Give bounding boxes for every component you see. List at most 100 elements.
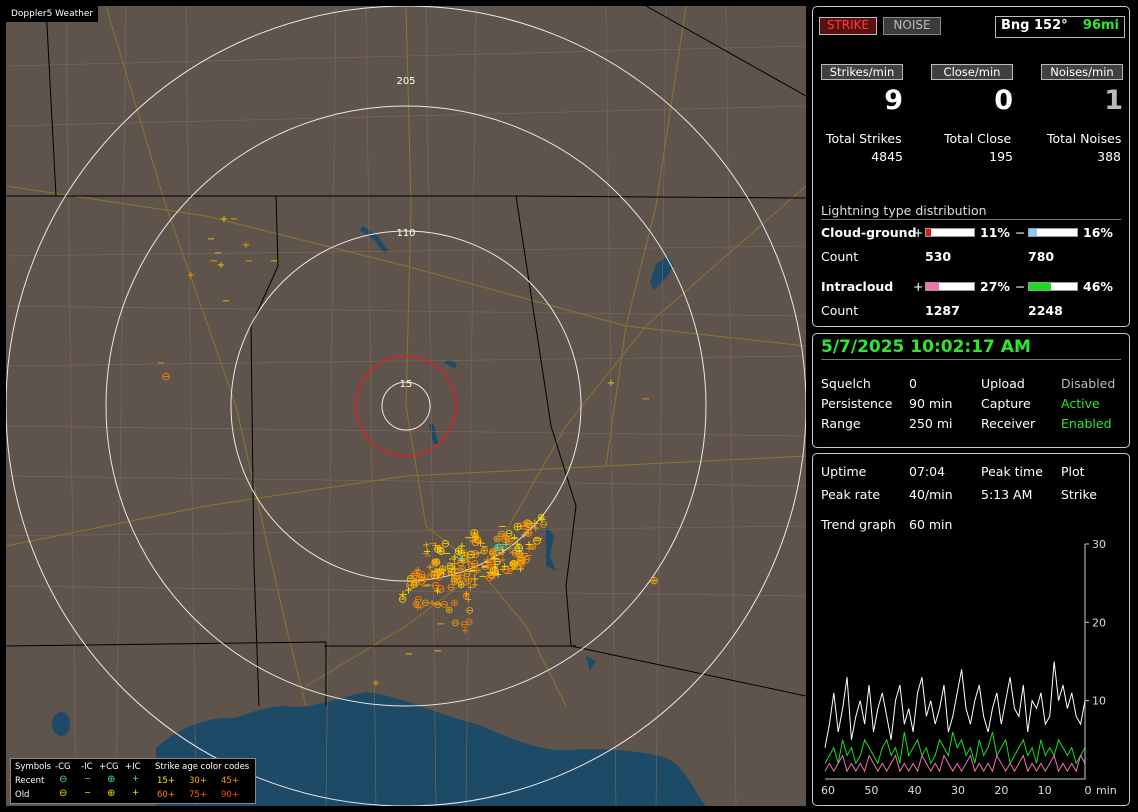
uptime-value: 07:04 [909,464,946,479]
strikes-per-min-value: 9 [884,85,903,116]
strike-marker: ⊖ [440,600,448,611]
strike-marker: − [511,544,520,557]
strike-marker: + [217,260,225,271]
strike-marker: ⊖ [539,519,547,530]
strike-marker: − [434,646,442,657]
bearing-readout: Bng 152° 96mi [995,16,1125,38]
trend-x-tick-label: 50 [864,784,878,797]
intracloud-label: Intracloud [821,279,894,294]
strike-marker: ⊕ [450,598,458,609]
peak-time-label: Peak time [981,464,1043,479]
strike-marker: + [417,602,425,613]
trend-series-line-1 [824,731,1086,765]
range-label-15: 15 [400,379,413,390]
legend-old-neg-ic-icon: − [84,788,92,798]
strike-marker: + [372,678,380,689]
cg-pos-count: 530 [925,249,952,264]
cg-neg-count: 780 [1028,249,1055,264]
total-close-label: Total Close [944,131,1012,146]
plot-value[interactable]: Strike [1061,487,1097,502]
strike-marker: + [434,570,442,581]
legend-recent-neg-ic-icon: − [84,774,92,784]
trend-y-tick-label: 20 [1092,616,1106,629]
persistence-label: Persistence [821,396,893,411]
cg-plus-sign: + [913,225,924,240]
cloud-ground-label: Cloud-ground [821,225,917,240]
legend-age-90: 90+ [221,790,239,800]
legend-old-pos-cg-icon: ⊕ [107,788,116,799]
cg-pos-bar-fill [926,229,932,236]
noises-per-min-header: Noises/min [1041,64,1123,80]
strike-marker: + [428,598,436,609]
map-canvas: 205 110 15 +−+⊖ ⊖−⊕−⊕−−⊕ +⊖⊕⊕ −−⊖−+⊖++−⊕−++… [6,6,806,806]
strike-marker: − [245,256,253,267]
cg-neg-bar [1028,228,1078,237]
close-per-min-header: Close/min [931,64,1013,80]
trend-x-tick-label: 30 [951,784,965,797]
range-label-110: 110 [396,228,415,239]
ic-neg-bar [1028,282,1078,291]
legend-recent-pos-ic-icon: + [132,774,140,784]
river [359,225,458,445]
noise-button[interactable]: NOISE [883,17,941,35]
cg-minus-sign: − [1015,225,1026,240]
distance-value: 96mi [1082,18,1119,33]
strike-marker: ⊖ [161,370,170,383]
legend-old-pos-ic-icon: + [132,788,140,798]
persistence-value: 90 min [909,396,953,411]
lake [52,712,70,736]
cg-count-label: Count [821,249,859,264]
strike-marker: − [462,580,470,591]
total-noises-label: Total Noises [1047,131,1122,146]
legend-age-title: Strike age color codes [155,762,250,772]
strike-marker: + [187,270,195,281]
peak-time-value: 5:13 AM [981,487,1033,502]
ic-pos-bar [925,282,975,291]
range-label-205: 205 [396,76,415,87]
ic-neg-bar-fill [1029,283,1052,290]
strike-marker: ⊕ [469,526,479,540]
strike-marker: + [436,542,444,553]
receiver-value: Enabled [1061,416,1112,431]
legend-old-neg-cg-icon: ⊖ [59,788,68,799]
close-per-min-value: 0 [994,85,1013,116]
strike-button[interactable]: STRIKE [819,17,877,35]
trend-y-tick-label: 10 [1092,695,1106,708]
squelch-value: 0 [909,376,917,391]
uptime-label: Uptime [821,464,867,479]
upload-value: Disabled [1061,376,1116,391]
legend-recent-pos-cg-icon: ⊕ [107,774,116,785]
cg-neg-pct: 16% [1083,225,1113,240]
trend-chart: 30 20 10 60 50 40 30 20 10 0 min [821,538,1117,797]
strike-marker: + [501,538,510,551]
strike-markers: +−+⊖ ⊖−⊕−⊕−−⊕ +⊖⊕⊕ −−⊖−+⊖++−⊕−++ −⊕ ⊕⊕⊖+⊕⊖−⊖+… [157,214,659,689]
legend-col-pos-ic: +IC [125,762,141,772]
lake [650,256,674,290]
plot-label: Plot [1061,464,1085,479]
strike-marker: ⊕ [431,557,439,568]
trend-series-line-2 [824,754,1086,773]
ic-plus-sign: + [913,279,924,294]
ic-pos-bar-fill [926,283,939,290]
legend-age-75: 75+ [189,790,207,800]
strike-marker: − [157,358,165,369]
settings-panel: 5/7/2025 10:02:17 AM Squelch 0 Upload Di… [812,333,1130,448]
strike-marker: − [222,296,230,307]
distribution-rule [821,219,1121,220]
legend-symbols-label: Symbols [15,762,52,772]
strike-marker: ⊖ [447,582,455,593]
capture-value: Active [1061,396,1100,411]
legend-age-30: 30+ [189,776,207,786]
datetime: 5/7/2025 10:02:17 AM [821,337,1031,357]
strike-marker: ⊕ [480,544,489,557]
trend-series-line-0 [824,661,1086,748]
trend-x-tick-label: 0 [1085,784,1092,797]
range-label: Range [821,416,861,431]
legend-recent-neg-cg-icon: ⊖ [59,774,68,785]
strike-marker: − [270,256,278,267]
radar-map[interactable]: 205 110 15 + − + ⊖ ⊖ − ⊕ − ⊕ − − ⊕ + ⊖ ⊕ ⊕ − − ⊖ − + ⊖ + + − ⊕ − + +… [6,6,806,806]
noises-per-min-value: 1 [1104,85,1123,116]
squelch-label: Squelch [821,376,871,391]
map-title: Doppler5 Weather [6,6,99,22]
strike-marker: + [607,378,615,389]
